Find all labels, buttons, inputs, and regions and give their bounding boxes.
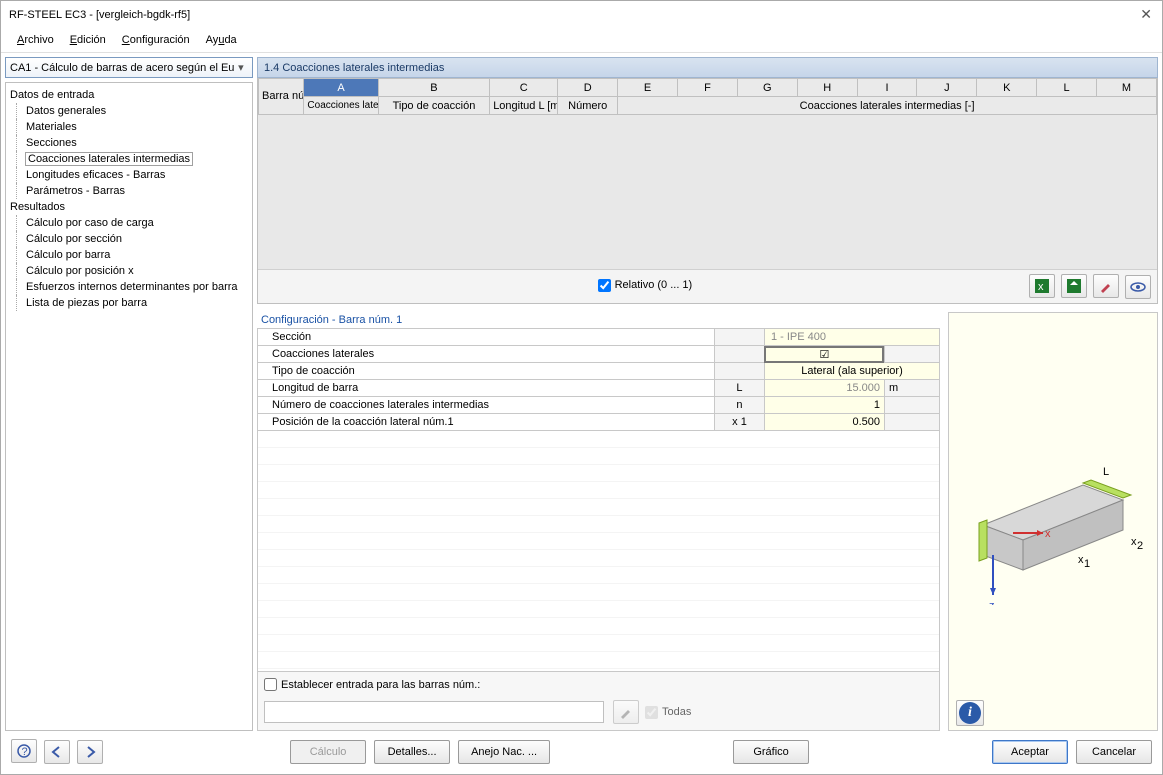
next-button[interactable] xyxy=(77,740,103,764)
svg-text:x: x xyxy=(1045,528,1051,540)
tree-coacciones[interactable]: Coacciones laterales intermedias xyxy=(6,151,252,167)
menu-config[interactable]: Configuración xyxy=(114,31,198,49)
establecer-check[interactable]: Establecer entrada para las barras núm.: xyxy=(264,678,480,691)
chevron-down-icon: ▾ xyxy=(234,61,248,74)
svg-text:?: ? xyxy=(22,746,28,758)
menu-edicion[interactable]: Edición xyxy=(62,31,114,49)
svg-text:x: x xyxy=(1038,281,1044,293)
case-combo[interactable]: CA1 - Cálculo de barras de acero según e… xyxy=(5,57,253,78)
cancelar-button[interactable]: Cancelar xyxy=(1076,740,1152,764)
tree-longitudes[interactable]: Longitudes eficaces - Barras xyxy=(6,167,252,183)
relativo-check[interactable]: Relativo (0 ... 1) xyxy=(598,279,693,292)
svg-text:1: 1 xyxy=(1084,558,1090,570)
svg-text:z: z xyxy=(989,600,995,605)
excel-export-icon[interactable]: x xyxy=(1029,274,1055,298)
detalles-button[interactable]: Detalles... xyxy=(374,740,450,764)
tree-lista[interactable]: Lista de piezas por barra xyxy=(6,295,252,311)
svg-text:L: L xyxy=(1103,466,1109,478)
tree-calc-seccion[interactable]: Cálculo por sección xyxy=(6,231,252,247)
menu-archivo[interactable]: Archivo xyxy=(9,31,62,49)
prev-button[interactable] xyxy=(44,740,70,764)
tree-calc-caso[interactable]: Cálculo por caso de carga xyxy=(6,215,252,231)
tree-calc-barra[interactable]: Cálculo por barra xyxy=(6,247,252,263)
tree-esfuerzos[interactable]: Esfuerzos internos determinantes por bar… xyxy=(6,279,252,295)
tree-group-resultados[interactable]: Resultados xyxy=(6,199,252,215)
config-title: Configuración - Barra núm. 1 xyxy=(257,312,940,328)
tree-group-input[interactable]: Datos de entrada xyxy=(6,87,252,103)
svg-text:2: 2 xyxy=(1137,540,1143,552)
close-icon[interactable]: ✕ xyxy=(1140,6,1152,23)
config-coac-check[interactable]: ☑ xyxy=(764,346,884,363)
preview-beam-icon: x z L x1 x2 xyxy=(963,405,1143,605)
todas-check[interactable]: Todas xyxy=(645,706,691,719)
props-table[interactable]: Sección1 - IPE 400 Coacciones laterales☑… xyxy=(257,328,940,431)
nav-tree: Datos de entrada Datos generales Materia… xyxy=(5,82,253,731)
tree-materiales[interactable]: Materiales xyxy=(6,119,252,135)
calculo-button[interactable]: Cálculo xyxy=(290,740,366,764)
anejo-button[interactable]: Anejo Nac. ... xyxy=(458,740,550,764)
tree-secciones[interactable]: Secciones xyxy=(6,135,252,151)
col-A[interactable]: A xyxy=(304,79,378,97)
eye-icon[interactable] xyxy=(1125,275,1151,299)
section-preview: x z L x1 x2 i xyxy=(948,312,1158,731)
window-title: RF-STEEL EC3 - [vergleich-bgdk-rf5] xyxy=(9,9,190,21)
aceptar-button[interactable]: Aceptar xyxy=(992,740,1068,764)
menu-ayuda[interactable]: Ayuda xyxy=(198,31,245,49)
menubar: Archivo Edición Configuración Ayuda xyxy=(1,28,1162,52)
pick-icon[interactable] xyxy=(1093,274,1119,298)
barras-input[interactable] xyxy=(264,701,604,723)
grafico-button[interactable]: Gráfico xyxy=(733,740,809,764)
pick-members-icon[interactable] xyxy=(613,700,639,724)
info-icon: i xyxy=(959,702,981,724)
tree-calc-posx[interactable]: Cálculo por posición x xyxy=(6,263,252,279)
titlebar: RF-STEEL EC3 - [vergleich-bgdk-rf5] ✕ xyxy=(1,1,1162,28)
help-button[interactable]: ? xyxy=(11,739,37,763)
pane-title: 1.4 Coacciones laterales intermedias xyxy=(257,57,1158,78)
tree-parametros[interactable]: Parámetros - Barras xyxy=(6,183,252,199)
col-barra[interactable]: Barra núm. xyxy=(259,79,304,115)
excel-import-icon[interactable] xyxy=(1061,274,1087,298)
case-combo-text: CA1 - Cálculo de barras de acero según e… xyxy=(10,62,234,74)
tree-datos-generales[interactable]: Datos generales xyxy=(6,103,252,119)
info-button[interactable]: i xyxy=(956,700,984,726)
